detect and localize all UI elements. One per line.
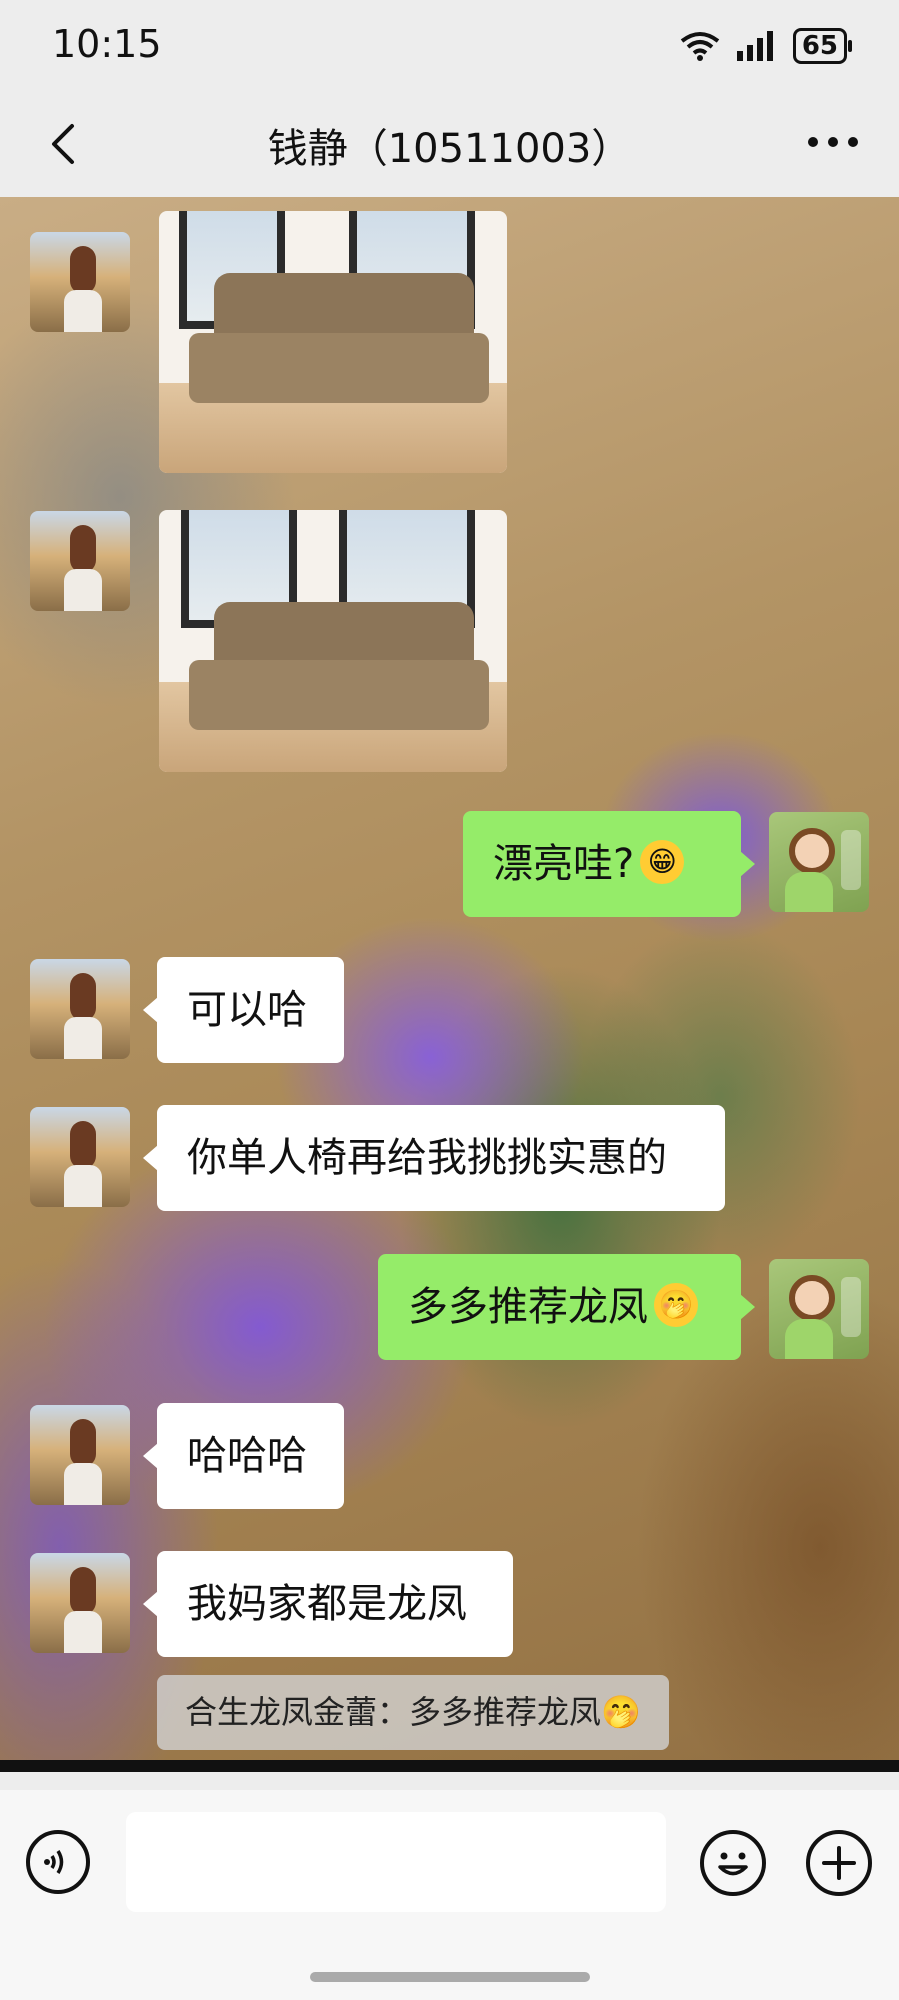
voice-button[interactable] [26,1830,90,1894]
plus-icon [822,1846,856,1880]
battery-indicator: 65 [792,28,853,64]
wifi-icon [680,32,720,61]
outgoing-message-bubble[interactable]: 多多推荐龙凤 🤭 [378,1254,755,1360]
status-icons: 65 [679,28,853,64]
incoming-message-bubble[interactable]: 你单人椅再给我挑挑实惠的 [143,1105,725,1211]
contact-avatar[interactable] [30,1553,130,1653]
chat-message-list[interactable]: 漂亮哇? 😁 可以哈 你单人椅再给我挑挑实惠的 多多推荐龙凤 🤭 哈哈哈 我妈家都是… [0,197,899,1772]
status-bar: 10:15 65 [0,0,899,92]
input-bar [0,1790,899,2000]
contact-avatar[interactable] [30,1107,130,1207]
smiley-icon [718,1852,748,1876]
incoming-message-bubble[interactable]: 哈哈哈 [143,1403,344,1509]
more-functions-button[interactable] [806,1830,872,1896]
emoji-button[interactable] [700,1830,766,1896]
chat-title: 钱静（10511003） [267,126,632,172]
my-avatar[interactable] [769,1259,869,1359]
home-indicator[interactable] [310,1972,590,1982]
contact-avatar[interactable] [30,1405,130,1505]
message-text: 你单人椅再给我挑挑实惠的 [187,1135,667,1181]
sofa-photo-message[interactable] [159,211,507,473]
incoming-message-bubble[interactable]: 可以哈 [143,957,344,1063]
message-text: 漂亮哇? [493,841,635,887]
contact-avatar[interactable] [30,232,130,332]
message-input[interactable] [126,1812,666,1912]
chat-header: 钱静（10511003） [0,92,899,197]
grinning-face-icon: 😁 [640,840,685,884]
message-text: 我妈家都是龙凤 [187,1581,467,1627]
voice-icon [44,1850,64,1874]
more-horizontal-icon[interactable] [803,122,863,162]
quoted-message[interactable]: 合生龙凤金蕾：多多推荐龙凤🤭 [157,1675,669,1750]
status-time: 10:15 [52,22,162,66]
my-avatar[interactable] [769,812,869,912]
message-text: 多多推荐龙凤 [408,1284,648,1330]
message-text: 哈哈哈 [187,1433,307,1479]
incoming-message-bubble[interactable]: 我妈家都是龙凤 [143,1551,513,1657]
quote-text: 合生龙凤金蕾：多多推荐龙凤 [185,1693,602,1731]
sofa-photo-message[interactable] [159,510,507,772]
contact-avatar[interactable] [30,511,130,611]
face-with-hand-over-mouth-icon: 🤭 [601,1693,641,1731]
contact-avatar[interactable] [30,959,130,1059]
face-with-hand-over-mouth-icon: 🤭 [654,1283,698,1327]
message-text: 可以哈 [187,987,307,1033]
outgoing-message-bubble[interactable]: 漂亮哇? 😁 [463,811,755,917]
signal-icon [736,31,773,61]
